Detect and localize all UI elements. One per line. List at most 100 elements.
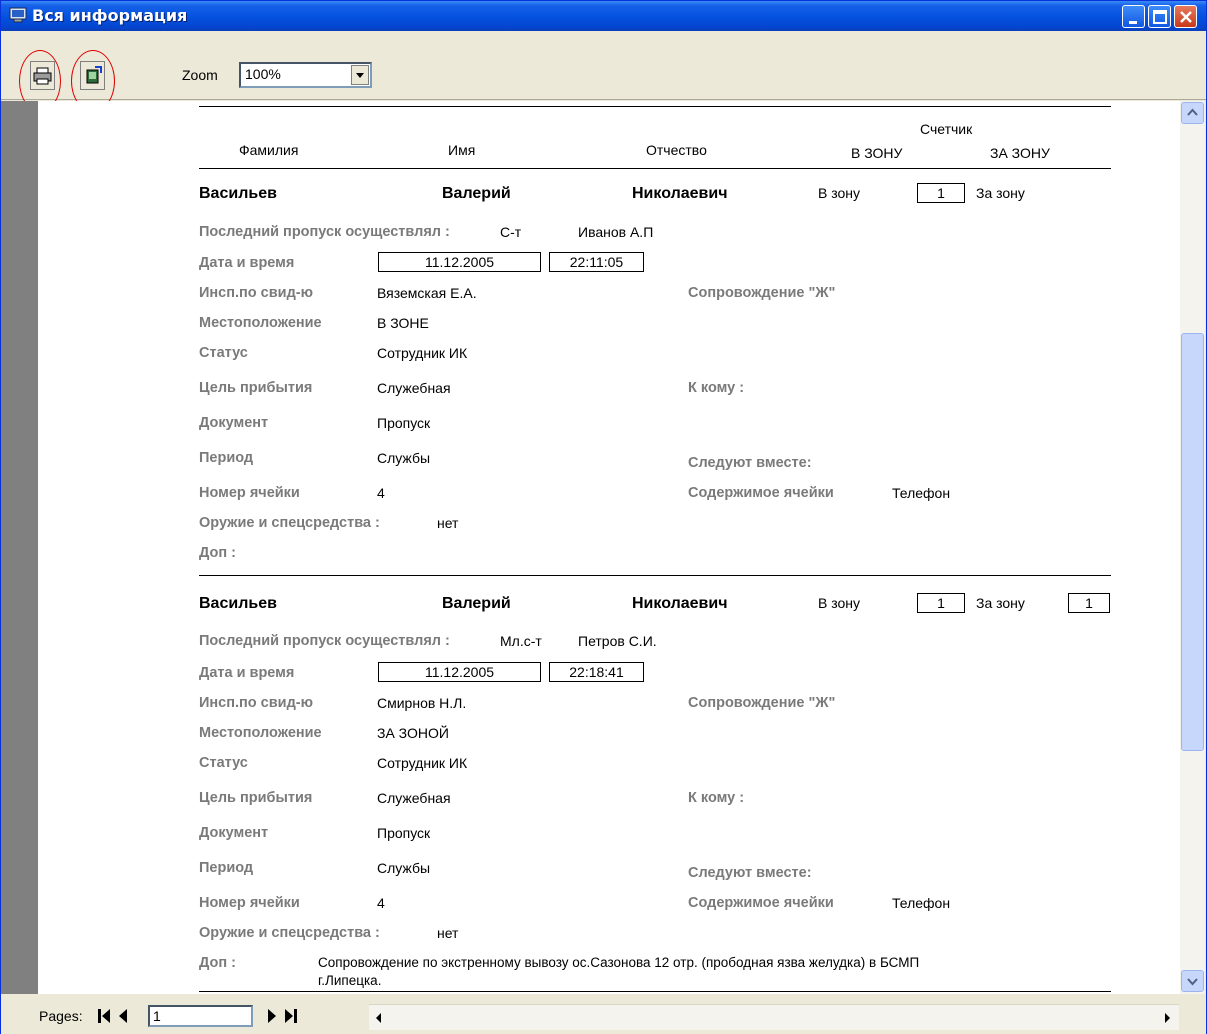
record-2-cell-contents-label: Содержимое ячейки [688,895,834,911]
record-2-lastname: Васильев [199,595,277,612]
chevron-up-icon [1187,108,1198,116]
record-1-cell-contents: Телефон [892,485,951,501]
record-2-in-count: 1 [917,593,965,613]
record-1-to-whom-label: К кому : [688,380,745,396]
toolbar [1,31,1206,100]
record-2-purpose: Служебная [377,790,451,806]
record-2-time: 22:18:41 [549,662,644,682]
record-2-out-zone-label: За зону [976,595,1025,611]
next-page-icon[interactable] [265,1007,279,1025]
record-2-in-zone-label: В зону [818,595,861,611]
record-2-last-pass-rank: Мл.с-т [500,633,542,649]
record-1-last-pass-rank: С-т [500,224,522,240]
record-1-period-label: Период [199,450,254,466]
record-2-cell-contents: Телефон [892,895,951,911]
record-1-weapons: нет [437,515,459,531]
horizontal-scrollbar[interactable] [369,1004,1179,1030]
header-lastname: Фамилия [239,142,299,158]
header-in-zone: В ЗОНУ [851,145,903,161]
zoom-select[interactable]: 100% [239,62,372,88]
record-2-cell-number-label: Номер ячейки [199,895,300,911]
record-1-weapons-label: Оружие и спецсредства : [199,515,380,531]
record-2-weapons-label: Оружие и спецсредства : [199,925,380,941]
record-2-escort-label: Сопровождение "Ж" [688,695,836,711]
record-1-inspector: Вяземская Е.А. [377,285,477,301]
record-2-document-label: Документ [199,825,269,841]
last-page-icon[interactable] [284,1007,298,1025]
header-counter: Счетчик [920,121,973,137]
previous-page-icon[interactable] [116,1007,130,1025]
record-bottom-rule [199,991,1111,992]
title-bar[interactable]: Вся информация [1,1,1206,31]
header-firstname: Имя [448,142,476,158]
record-1-purpose: Служебная [377,380,451,396]
record-1-document: Пропуск [377,415,431,431]
scroll-down-button[interactable] [1181,970,1204,992]
record-1-extra-label: Доп : [199,545,236,561]
record-1-cell-number-label: Номер ячейки [199,485,300,501]
record-1-firstname: Валерий [442,185,511,202]
scroll-up-button[interactable] [1181,102,1204,124]
record-2-location-label: Местоположение [199,725,322,741]
record-2-patronymic: Николаевич [632,595,728,612]
minimize-icon [1129,21,1137,24]
record-2-location: ЗА ЗОНОЙ [377,725,449,741]
record-1-datetime-label: Дата и время [199,255,295,271]
record-1-out-zone-label: За зону [976,185,1025,201]
record-2-together-label: Следуют вместе: [688,865,812,881]
scroll-right-icon[interactable] [1159,1009,1175,1027]
record-1-document-label: Документ [199,415,269,431]
scroll-thumb[interactable] [1181,333,1204,751]
record-2-extra-label: Доп : [199,955,236,971]
close-button[interactable] [1174,5,1197,28]
zoom-label: Zoom [182,67,218,83]
record-2-last-pass-name: Петров С.И. [578,633,657,649]
record-1-in-zone-label: В зону [818,185,861,201]
record-1-status: Сотрудник ИК [377,345,468,361]
record-1-purpose-label: Цель прибытия [199,380,313,396]
left-margin [1,101,38,994]
record-1-last-pass-label: Последний пропуск осуществлял : [199,224,450,240]
record-1-location-label: Местоположение [199,315,322,331]
record-2-inspector-label: Инсп.по свид-ю [199,695,313,711]
window-title: Вся информация [32,6,188,25]
maximize-icon [1153,10,1167,24]
record-2-inspector: Смирнов Н.Л. [377,695,467,711]
chevron-down-icon [1187,978,1198,986]
record-2-last-pass-label: Последний пропуск осуществлял : [199,633,450,649]
first-page-icon[interactable] [97,1007,111,1025]
record-1-period: Службы [377,450,431,466]
record-1-in-count: 1 [917,183,965,203]
zoom-value: 100% [245,66,281,82]
record-1-escort-label: Сопровождение "Ж" [688,285,836,301]
maximize-button[interactable] [1148,5,1171,28]
record-1-last-pass-name: Иванов А.П [578,224,654,240]
record-2-to-whom-label: К кому : [688,790,745,806]
minimize-button[interactable] [1122,5,1145,28]
record-separator [199,575,1111,576]
scroll-left-icon[interactable] [371,1009,387,1027]
header-bottom-rule [199,168,1111,169]
record-1-patronymic: Николаевич [632,185,728,202]
record-2-status-label: Статус [199,755,248,771]
close-icon [1180,11,1192,23]
page-number-input[interactable]: 1 [148,1005,253,1027]
header-out-zone: ЗА ЗОНУ [990,145,1050,161]
record-2-extra-line-2: г.Липецка. [318,973,382,988]
record-2-cell-number: 4 [377,895,385,911]
report-viewport[interactable]: Счетчик Фамилия Имя Отчество В ЗОНУ ЗА З… [38,101,1180,994]
pages-label: Pages: [39,1008,83,1024]
record-2-purpose-label: Цель прибытия [199,790,313,806]
vertical-scrollbar[interactable] [1180,101,1205,994]
record-1-location: В ЗОНЕ [377,315,429,331]
record-2-out-count: 1 [1068,593,1110,613]
computer-icon [9,7,27,23]
record-2-datetime-label: Дата и время [199,665,295,681]
record-2-document: Пропуск [377,825,431,841]
record-2-period: Службы [377,860,431,876]
zoom-dropdown-button[interactable] [351,65,369,85]
record-1-cell-contents-label: Содержимое ячейки [688,485,834,501]
record-1-inspector-label: Инсп.по свид-ю [199,285,313,301]
record-2-status: Сотрудник ИК [377,755,468,771]
header-top-rule [199,106,1111,107]
